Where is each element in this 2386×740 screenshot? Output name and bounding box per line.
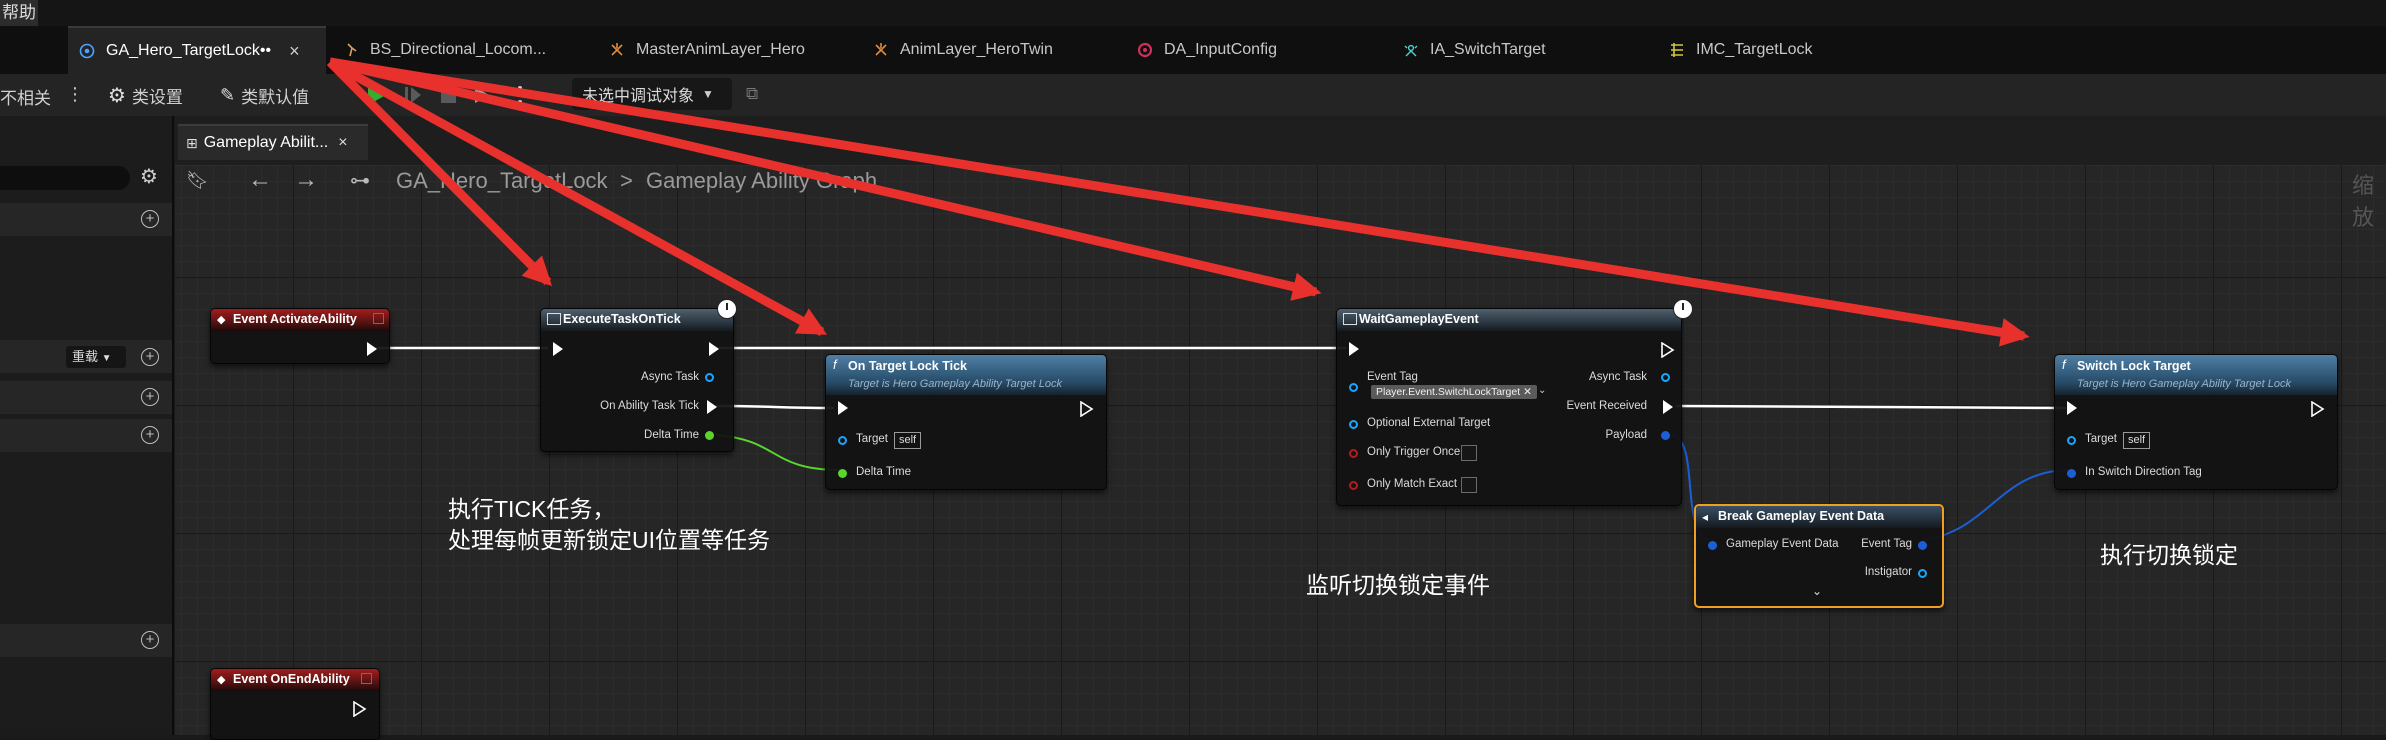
annotation-arrows bbox=[326, 57, 2030, 347]
annotation-arrow bbox=[328, 57, 1322, 301]
